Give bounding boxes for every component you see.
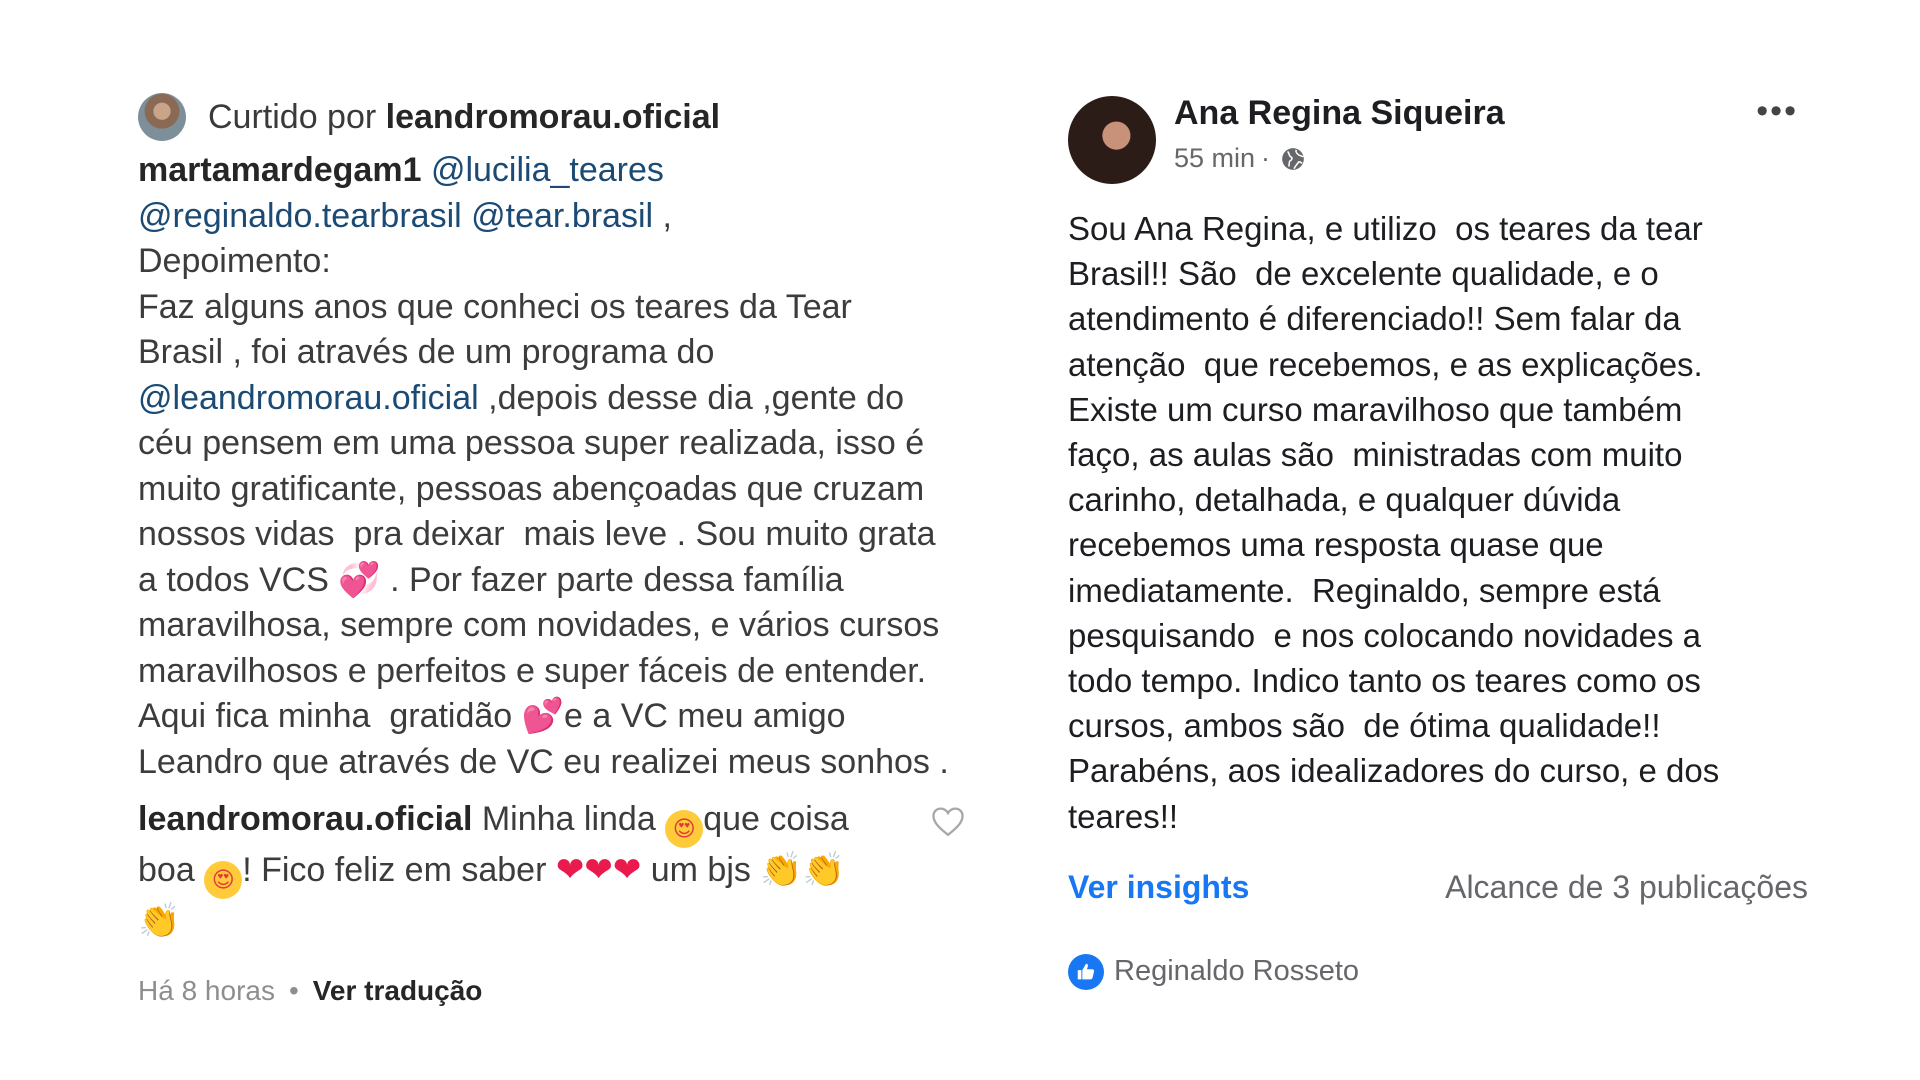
instagram-comment-panel: Curtido por leandromorau.oficial martama…: [138, 92, 968, 1007]
reply-fragment: boa: [138, 851, 205, 889]
liked-by-username[interactable]: leandromorau.oficial: [386, 98, 720, 136]
post-header: Ana Regina Siqueira 55 min · •••: [1068, 92, 1808, 184]
post-actions-row: Ver insights Alcance de 3 publicações: [1068, 869, 1808, 906]
heart-emoji-icon: 💞: [338, 559, 381, 600]
meta-separator: ·: [1261, 143, 1271, 173]
reply-comment: leandromorau.oficial Minha linda 😍 que co…: [138, 797, 968, 945]
post-body-text: Sou Ana Regina, e utilizo os teares da t…: [1068, 210, 1720, 835]
comment-line: e a VC meu amigo: [564, 697, 846, 735]
clapping-hands-emoji-icon: 👏👏: [760, 850, 846, 890]
comment-username[interactable]: martamardegam1: [138, 151, 421, 189]
liked-by-row: Curtido por leandromorau.oficial: [138, 92, 968, 142]
avatar[interactable]: [1068, 96, 1156, 184]
reply-fragment: um bjs: [641, 851, 761, 889]
view-insights-link[interactable]: Ver insights: [1068, 869, 1249, 906]
reply-username[interactable]: leandromorau.oficial: [138, 800, 472, 838]
reply-fragment: que coisa: [703, 800, 849, 838]
post-author-block: Ana Regina Siqueira 55 min ·: [1174, 92, 1505, 174]
mention-link[interactable]: @tear.brasil: [471, 197, 653, 235]
heart-eyes-emoji-icon: 😍: [204, 861, 243, 899]
comment-timestamp: Há 8 horas: [138, 974, 275, 1006]
avatar[interactable]: [138, 93, 186, 141]
comment-line: Leandro que através de VC eu realizei me…: [138, 742, 949, 781]
post-timestamp[interactable]: 55 min: [1174, 143, 1255, 174]
thumbs-up-glyph-icon: [1077, 963, 1095, 980]
comment-line: muito gratificante, pessoas abençoadas q…: [138, 469, 925, 508]
comment-line: maravilhosos e perfeitos e super fáceis …: [138, 651, 927, 690]
facebook-post-panel: Ana Regina Siqueira 55 min · ••• Sou Ana…: [1068, 92, 1808, 990]
see-translation-link[interactable]: Ver tradução: [313, 975, 483, 1007]
comment-text: martamardegam1 @lucilia_teares @reginald…: [138, 148, 968, 785]
thumbs-up-icon: [1068, 953, 1104, 990]
reply-fragment: Minha linda: [472, 800, 666, 838]
comment-line: . Por fazer parte dessa família: [380, 560, 844, 599]
heart-eyes-emoji-icon: 😍: [665, 810, 704, 848]
comment-line: Brasil , foi através de um programa do: [138, 333, 715, 371]
liked-by-text: Curtido por leandromorau.oficial: [208, 98, 720, 137]
post-meta: 55 min ·: [1174, 143, 1505, 174]
mention-link[interactable]: @reginaldo.tearbrasil: [138, 197, 462, 235]
comment-meta: Há 8 horas • Ver tradução: [138, 975, 968, 1007]
comment-fragment: ,: [653, 196, 672, 235]
comment-line: maravilhosa, sempre com novidades, e vár…: [138, 606, 940, 644]
red-hearts-emoji-icon: ❤❤❤: [555, 850, 642, 890]
liked-by-prefix: Curtido por: [208, 97, 386, 136]
heart-emoji-icon: 💕: [521, 696, 565, 736]
reaction-user-name[interactable]: Reginaldo Rosseto: [1114, 955, 1359, 988]
reactions-row[interactable]: Reginaldo Rosseto: [1068, 953, 1808, 990]
comment-line: Depoimento:: [138, 242, 331, 280]
mention-link[interactable]: @leandromorau.oficial: [138, 379, 479, 417]
comment-line: céu pensem em uma pessoa super realizada…: [138, 424, 925, 462]
comment-line: a todos VCS: [138, 560, 339, 599]
heart-outline-icon[interactable]: [930, 805, 966, 837]
comment-line: Aqui fica minha gratidão: [138, 697, 522, 735]
reply-fragment: ! Fico feliz em saber: [242, 851, 556, 889]
comment-line: ,depois desse dia ,gente do: [478, 378, 905, 417]
mention-link[interactable]: @lucilia_teares: [431, 151, 664, 189]
comment-line: Faz alguns anos que conheci os teares da…: [138, 287, 852, 326]
clapping-hands-emoji-icon: 👏: [138, 901, 181, 941]
comment-line: nossos vidas pra deixar mais leve . Sou …: [138, 515, 936, 553]
post-author-name[interactable]: Ana Regina Siqueira: [1174, 94, 1505, 133]
meta-separator: •: [288, 974, 299, 1006]
post-reach-text: Alcance de 3 publicações: [1445, 868, 1808, 905]
more-options-button[interactable]: •••: [1756, 92, 1798, 131]
globe-icon: [1282, 147, 1304, 170]
